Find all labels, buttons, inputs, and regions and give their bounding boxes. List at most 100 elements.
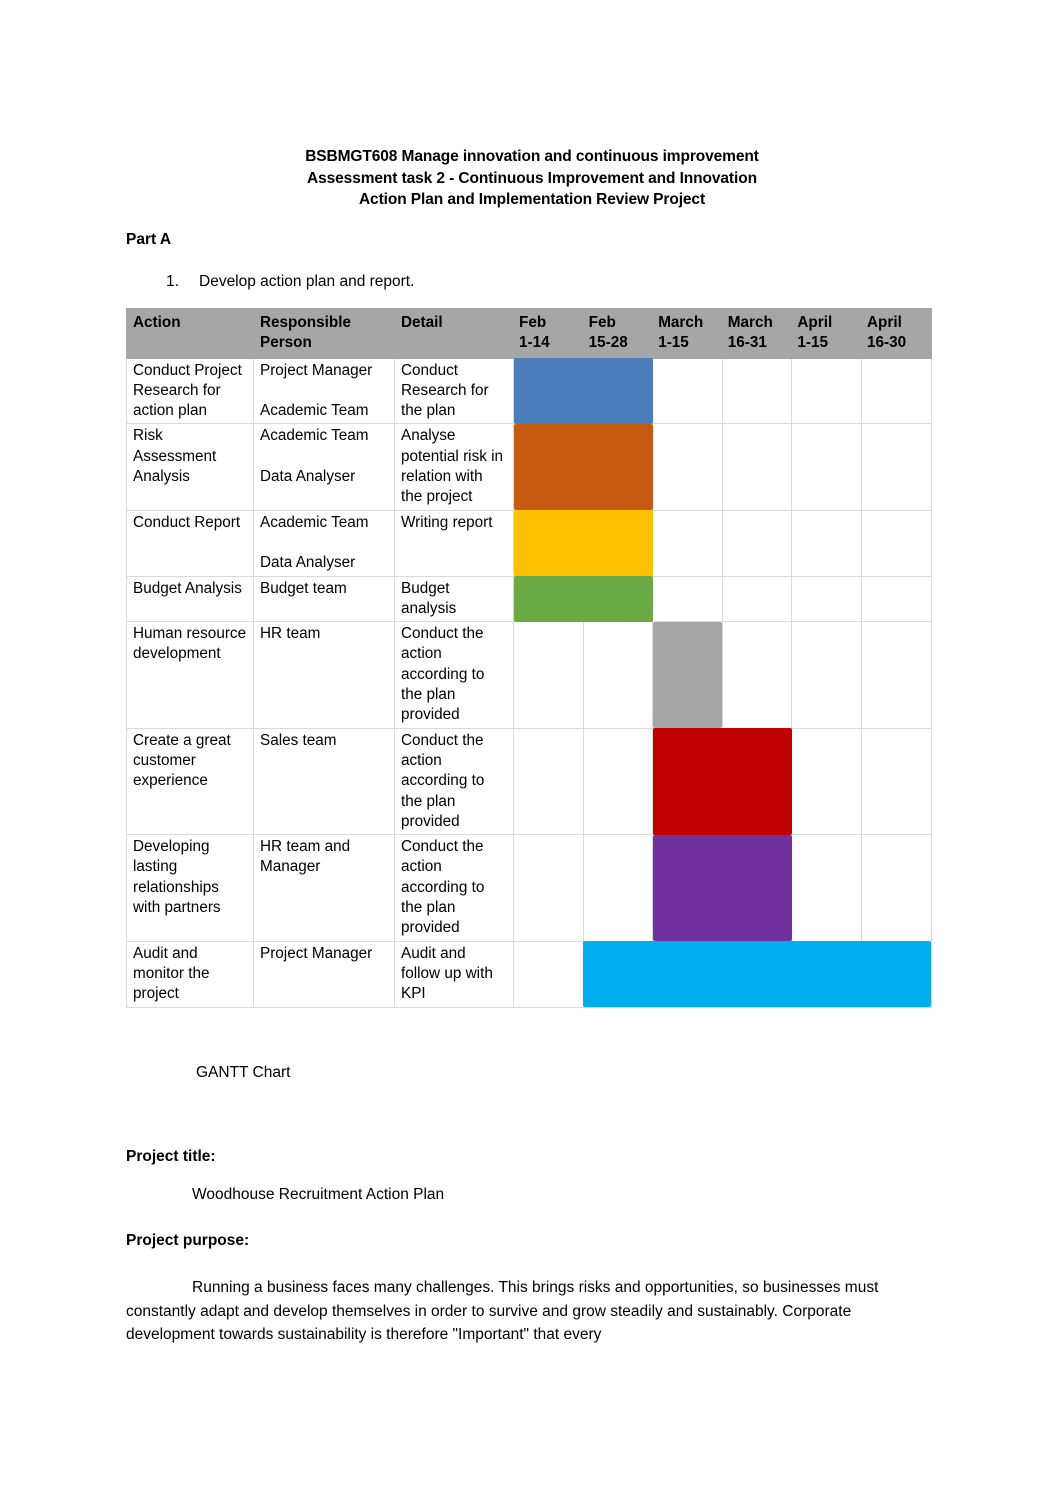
table-row: Developing lasting relationships with pa… [126, 834, 932, 942]
period-5-range: 16-30 [866, 334, 907, 352]
heading-line-3: Action Plan and Implementation Review Pr… [358, 191, 706, 208]
col-header-action: Action [126, 308, 254, 359]
cell-period-4 [791, 621, 862, 729]
cell-action: Audit and monitor the project [126, 940, 254, 1008]
cell-period-5 [860, 834, 932, 942]
cell-responsible-person: Budget team [253, 575, 395, 623]
cell-period-3 [721, 357, 793, 425]
project-purpose-text: Running a business faces many challenges… [126, 1279, 879, 1343]
table-body: Conduct Project Research for action plan… [126, 357, 932, 1008]
period-4-month: April [797, 314, 833, 331]
responsible-primary: Project Manager [260, 361, 373, 379]
cell-action: Budget Analysis [126, 575, 254, 623]
cell-period-1 [582, 423, 654, 511]
period-0-month: Feb [519, 314, 547, 331]
cell-period-1 [582, 509, 654, 577]
cell-period-2 [652, 621, 723, 729]
project-purpose-label: Project purpose: [126, 1232, 250, 1249]
period-3-month: March [727, 314, 773, 331]
col-header-responsible-line1: Responsible [260, 314, 351, 331]
responsible-spacer [260, 447, 389, 467]
project-title-label: Project title: [126, 1148, 216, 1165]
col-header-period-4: April 1-15 [791, 308, 862, 359]
table-row: Conduct Project Research for action plan… [126, 357, 932, 425]
cell-detail: Conduct the action according to the plan… [394, 727, 514, 836]
period-2-month: March [658, 314, 704, 331]
cell-period-2 [652, 357, 723, 425]
table-row: Human resource development HR team Conduct… [126, 621, 932, 729]
cell-period-4 [791, 940, 862, 1008]
cell-action: Risk Assessment Analysis [126, 423, 254, 511]
cell-period-3 [721, 621, 793, 729]
responsible-primary: Academic Team [260, 427, 369, 445]
table-row: Audit and monitor the project Project Man… [126, 940, 932, 1008]
cell-period-1 [582, 621, 654, 729]
part-label: Part A [126, 231, 172, 248]
cell-period-4 [791, 423, 862, 511]
cell-responsible-person: HR team [253, 621, 395, 729]
cell-period-0 [513, 834, 584, 942]
cell-action: Human resource development [126, 621, 254, 729]
responsible-primary: HR team and Manager [260, 838, 351, 876]
cell-period-3 [721, 575, 793, 623]
responsible-primary: Academic Team [260, 513, 369, 531]
period-1-month: Feb [588, 314, 616, 331]
col-header-responsible-person: Responsible Person [253, 308, 395, 359]
table-row: Budget Analysis Budget team Budget analysi… [126, 575, 932, 623]
cell-period-2 [652, 509, 723, 577]
cell-action: Conduct Project Research for action plan [126, 357, 254, 425]
col-header-period-0: Feb 1-14 [513, 308, 584, 359]
cell-action: Create a great customer experience [126, 727, 254, 836]
cell-period-3 [721, 509, 793, 577]
cell-period-3 [721, 834, 793, 942]
period-0-range: 1-14 [519, 334, 550, 352]
responsible-secondary: Academic Team [260, 402, 369, 420]
cell-period-4 [791, 727, 862, 836]
period-4-range: 1-15 [797, 334, 828, 352]
cell-responsible-person: Project Manager Academic Team [253, 357, 395, 425]
heading-line-2: Assessment task 2 - Continuous Improveme… [307, 169, 757, 187]
cell-period-0 [513, 423, 584, 511]
responsible-primary: HR team [260, 625, 321, 643]
list-item-text: Develop action plan and report. [199, 273, 415, 290]
project-title-value: Woodhouse Recruitment Action Plan [192, 1186, 445, 1203]
cell-period-0 [513, 940, 584, 1008]
table-row: Create a great customer experience Sales … [126, 727, 932, 836]
responsible-spacer [260, 381, 389, 401]
responsible-secondary: Data Analyser [260, 554, 356, 572]
cell-period-2 [652, 727, 723, 836]
cell-period-2 [652, 834, 723, 942]
cell-action: Conduct Report [126, 509, 254, 577]
period-3-range: 16-31 [727, 334, 767, 352]
cell-period-5 [860, 357, 932, 425]
gantt-chart-table: Action Responsible Person Detail Feb 1-1… [126, 308, 932, 1008]
cell-detail: Audit and follow up with KPI [394, 940, 514, 1008]
col-header-responsible-line2: Person [260, 334, 312, 352]
cell-period-1 [582, 357, 654, 425]
cell-period-4 [791, 834, 862, 942]
period-5-month: April [866, 314, 902, 331]
cell-period-5 [860, 940, 932, 1008]
cell-period-5 [860, 509, 932, 577]
table-header: Action Responsible Person Detail Feb 1-1… [126, 308, 932, 359]
cell-period-1 [582, 940, 654, 1008]
cell-period-5 [860, 621, 932, 729]
list-item-number: 1. [166, 273, 179, 290]
cell-action: Developing lasting relationships with pa… [126, 834, 254, 942]
responsible-spacer [260, 533, 389, 553]
cell-period-4 [791, 357, 862, 425]
responsible-primary: Budget team [260, 579, 347, 597]
col-header-period-2: March 1-15 [652, 308, 723, 359]
cell-detail: Conduct the action according to the plan… [394, 834, 514, 942]
cell-responsible-person: Academic Team Data Analyser [253, 509, 395, 577]
col-header-detail: Detail [394, 308, 514, 359]
col-header-period-5: April 16-30 [860, 308, 932, 359]
cell-period-3 [721, 727, 793, 836]
cell-period-0 [513, 727, 584, 836]
cell-period-4 [791, 509, 862, 577]
cell-period-3 [721, 423, 793, 511]
period-2-range: 1-15 [658, 334, 689, 352]
cell-detail: Budget analysis [394, 575, 514, 623]
cell-responsible-person: HR team and Manager [253, 834, 395, 942]
cell-responsible-person: Sales team [253, 727, 395, 836]
